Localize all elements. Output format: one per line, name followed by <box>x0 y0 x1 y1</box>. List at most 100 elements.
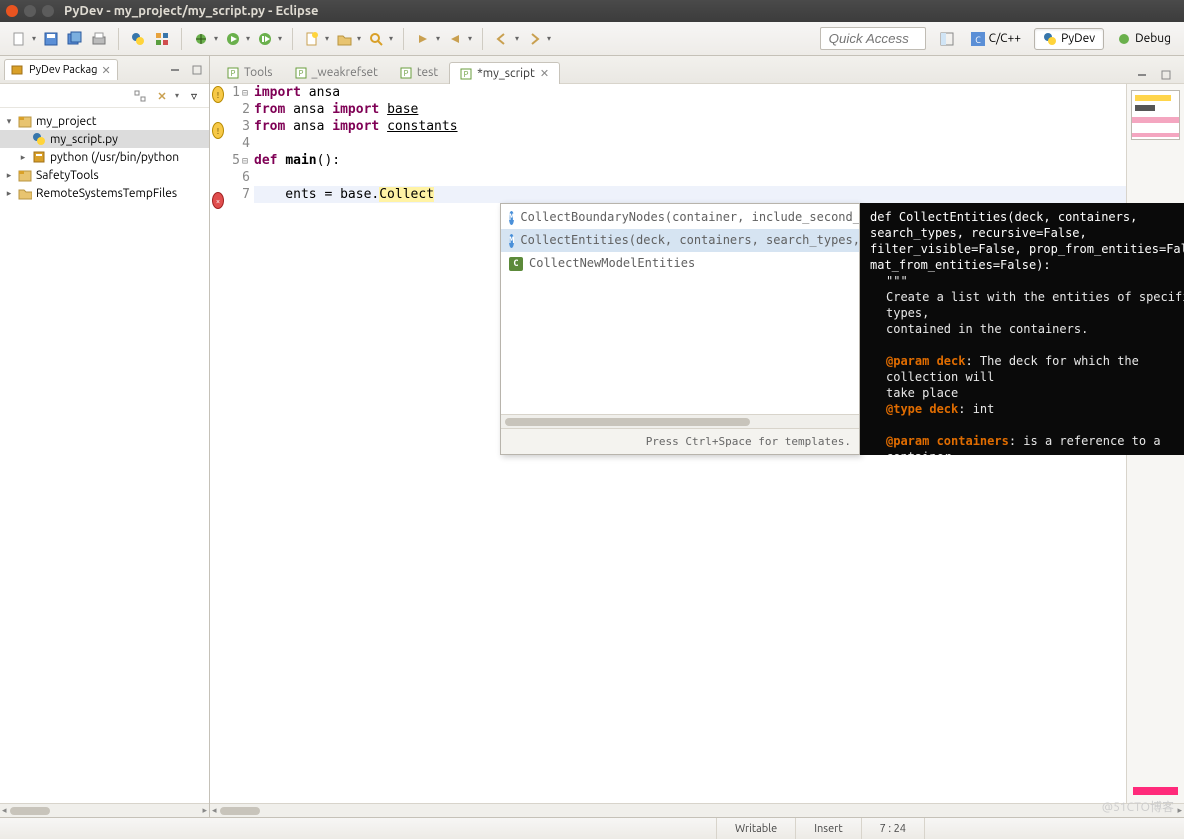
tree-item[interactable]: ▸python (/usr/bin/python <box>0 148 209 166</box>
run-last-button[interactable] <box>254 28 276 50</box>
pydev-icon <box>1043 32 1057 46</box>
svg-text:P: P <box>298 69 303 78</box>
status-writable[interactable]: Writable <box>716 818 795 839</box>
search-button[interactable] <box>365 28 387 50</box>
class-icon: C <box>509 257 523 271</box>
print-button[interactable] <box>88 28 110 50</box>
new-folder-button[interactable] <box>333 28 355 50</box>
save-button[interactable] <box>40 28 62 50</box>
forward-button[interactable] <box>523 28 545 50</box>
code-line[interactable] <box>254 169 1126 186</box>
main-toolbar: ▾ ▾ ▾ ▾ ▾ ▾ ▾ ▾ ▾ ▾ ▾ <box>0 22 1184 56</box>
error-marker-icon[interactable]: × <box>212 192 224 209</box>
window-title: PyDev - my_project/my_script.py - Eclips… <box>64 4 318 18</box>
code-line[interactable]: import ansa <box>254 84 1126 101</box>
close-icon[interactable]: ✕ <box>540 67 549 80</box>
editor-scrollbar[interactable]: ◂▸ <box>210 803 1184 817</box>
maximize-editor-button[interactable] <box>1158 67 1174 83</box>
code-line[interactable]: ents = base.Collect <box>254 186 1126 203</box>
code-line[interactable] <box>254 135 1126 152</box>
tree-item[interactable]: my_script.py <box>0 130 209 148</box>
method-icon: M <box>509 211 514 225</box>
documentation-popup: def CollectEntities(deck, containers, se… <box>860 203 1184 455</box>
editor-tab[interactable]: P_weakrefset <box>284 61 389 83</box>
cpp-icon: C <box>971 32 985 46</box>
debug-button[interactable] <box>190 28 212 50</box>
editor-tab[interactable]: Ptest <box>389 61 449 83</box>
warning-marker-icon[interactable]: ! <box>212 122 224 139</box>
code-line[interactable]: def main(): <box>254 152 1126 169</box>
tree-item[interactable]: ▸SafetyTools <box>0 166 209 184</box>
new-file-button[interactable] <box>301 28 323 50</box>
perspective-pydev[interactable]: PyDev <box>1034 28 1104 50</box>
debug-dropdown[interactable]: ▾ <box>212 34 220 43</box>
close-icon[interactable]: ✕ <box>102 64 111 77</box>
autocomplete-item[interactable]: CCollectNewModelEntities <box>501 252 859 275</box>
window-titlebar: PyDev - my_project/my_script.py - Eclips… <box>0 0 1184 22</box>
save-all-button[interactable] <box>64 28 86 50</box>
perspective-cpp[interactable]: C C/C++ <box>962 28 1030 50</box>
editor-tab[interactable]: PTools <box>216 61 284 83</box>
package-explorer-view: PyDev Packag ✕ ▾ ▿ ▾my_projectmy_script.… <box>0 56 210 817</box>
run-dropdown[interactable]: ▾ <box>244 34 252 43</box>
sidebar-scrollbar[interactable]: ◂▸ <box>0 803 209 817</box>
autocomplete-footer: Press Ctrl+Space for templates. <box>501 428 859 454</box>
minimize-view-button[interactable] <box>167 62 183 78</box>
editor-tab-bar: PToolsP_weakrefsetPtestP*my_script ✕ <box>210 56 1184 84</box>
svg-text:P: P <box>403 69 408 78</box>
python-module-button[interactable] <box>127 28 149 50</box>
autocomplete-scrollbar[interactable] <box>501 414 859 428</box>
autocomplete-item[interactable]: MCollectBoundaryNodes(container, include… <box>501 206 859 229</box>
view-menu-button[interactable]: ▿ <box>185 87 203 105</box>
project-icon <box>18 168 32 182</box>
quick-access-input[interactable] <box>820 27 926 50</box>
bug-icon <box>1117 32 1131 46</box>
minimize-editor-button[interactable] <box>1134 67 1150 83</box>
next-annotation-button[interactable] <box>412 28 434 50</box>
maximize-view-button[interactable] <box>189 62 205 78</box>
svg-text:P: P <box>231 69 236 78</box>
link-editor-button[interactable] <box>153 87 171 105</box>
editor-tab[interactable]: P*my_script ✕ <box>449 62 560 84</box>
code-line[interactable]: from ansa import constants <box>254 118 1126 135</box>
svg-text:P: P <box>464 70 469 79</box>
prev-annotation-button[interactable] <box>444 28 466 50</box>
perspective-debug[interactable]: Debug <box>1108 28 1180 50</box>
package-icon <box>11 63 25 77</box>
status-bar: Writable Insert 7 : 24 <box>0 817 1184 839</box>
python-file-icon: P <box>460 68 472 80</box>
folder-icon <box>18 186 32 200</box>
python-icon <box>32 132 46 146</box>
run-last-dropdown[interactable]: ▾ <box>276 34 284 43</box>
code-line[interactable]: from ansa import base <box>254 101 1126 118</box>
watermark: @51CTO博客 <box>1102 798 1174 815</box>
python-file-icon: P <box>295 67 307 79</box>
package-explorer-tab[interactable]: PyDev Packag ✕ <box>4 59 118 80</box>
autocomplete-popup: MCollectBoundaryNodes(container, include… <box>500 203 860 455</box>
run-button[interactable] <box>222 28 244 50</box>
window-close-button[interactable] <box>6 5 18 17</box>
status-insert[interactable]: Insert <box>795 818 860 839</box>
warning-marker-icon[interactable]: ! <box>212 86 224 103</box>
svg-text:C: C <box>975 35 981 45</box>
method-icon: M <box>509 234 514 248</box>
lib-icon <box>32 150 46 164</box>
status-position[interactable]: 7 : 24 <box>861 818 924 839</box>
window-maximize-button[interactable] <box>42 5 54 17</box>
build-button[interactable] <box>151 28 173 50</box>
tree-item[interactable]: ▸RemoteSystemsTempFiles <box>0 184 209 202</box>
open-perspective-button[interactable] <box>936 28 958 50</box>
back-button[interactable] <box>491 28 513 50</box>
project-icon <box>18 114 32 128</box>
project-tree[interactable]: ▾my_projectmy_script.py▸python (/usr/bin… <box>0 108 209 803</box>
collapse-all-button[interactable] <box>131 87 149 105</box>
new-dropdown[interactable]: ▾ <box>30 34 38 43</box>
python-file-icon: P <box>400 67 412 79</box>
autocomplete-list[interactable]: MCollectBoundaryNodes(container, include… <box>501 204 859 414</box>
new-button[interactable] <box>8 28 30 50</box>
code-editor[interactable]: !!× 1⊟2345⊟67 import ansafrom ansa impor… <box>210 84 1184 803</box>
tree-item[interactable]: ▾my_project <box>0 112 209 130</box>
autocomplete-item[interactable]: MCollectEntities(deck, containers, searc… <box>501 229 859 252</box>
window-minimize-button[interactable] <box>24 5 36 17</box>
python-file-icon: P <box>227 67 239 79</box>
